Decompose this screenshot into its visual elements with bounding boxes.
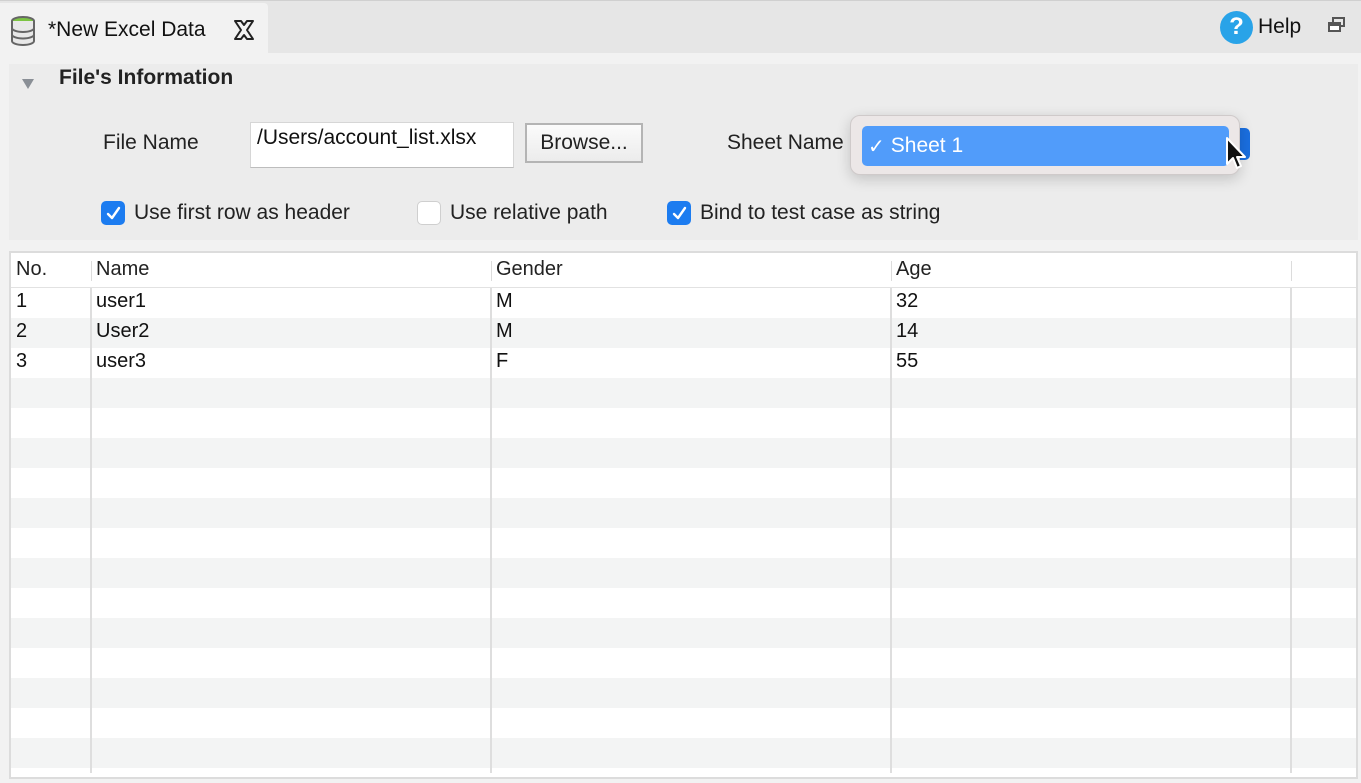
cell-name[interactable]: User2 xyxy=(91,320,149,343)
table-row-empty[interactable] xyxy=(11,408,1356,438)
table-header: No. Name Gender Age xyxy=(11,253,1356,288)
checkbox-label: Use relative path xyxy=(450,201,608,224)
editor-tab-bar: *New Excel Data ? Help xyxy=(0,0,1361,54)
table-row-empty[interactable] xyxy=(11,738,1356,768)
table-row[interactable]: 3 user3 F 55 xyxy=(11,348,1356,378)
column-header-age[interactable]: Age xyxy=(891,258,932,282)
file-name-input[interactable]: /Users/account_list.xlsx xyxy=(250,122,514,168)
checkbox-label: Bind to test case as string xyxy=(700,201,941,224)
close-icon[interactable] xyxy=(232,18,256,42)
table-row[interactable]: 2 User2 M 14 xyxy=(11,318,1356,348)
help-button[interactable]: ? Help xyxy=(1220,10,1301,44)
column-header-no[interactable]: No. xyxy=(11,258,47,282)
column-divider xyxy=(1290,288,1292,773)
checkbox-checked[interactable] xyxy=(667,201,691,225)
cell-name[interactable]: user3 xyxy=(91,350,146,373)
table-row-empty[interactable] xyxy=(11,708,1356,738)
help-label: Help xyxy=(1258,15,1302,38)
cell-no[interactable]: 1 xyxy=(11,290,27,313)
cell-name[interactable]: user1 xyxy=(91,290,146,313)
cell-gender[interactable]: F xyxy=(491,350,508,373)
collapse-triangle-icon[interactable] xyxy=(21,78,35,90)
checkmark-icon: ✓ xyxy=(868,135,885,158)
restore-window-icon[interactable] xyxy=(1328,17,1346,33)
question-icon: ? xyxy=(1220,10,1253,44)
table-row-empty[interactable] xyxy=(11,378,1356,408)
cell-gender[interactable]: M xyxy=(491,320,513,343)
checkbox-unchecked[interactable] xyxy=(417,201,441,225)
tab-title: *New Excel Data xyxy=(48,18,206,41)
table-row-empty[interactable] xyxy=(11,558,1356,588)
bind-as-string-checkbox[interactable]: Bind to test case as string xyxy=(667,201,940,225)
column-header-name[interactable]: Name xyxy=(91,258,149,282)
use-relative-path-checkbox[interactable]: Use relative path xyxy=(417,201,608,225)
table-row-empty[interactable] xyxy=(11,468,1356,498)
cell-age[interactable]: 32 xyxy=(891,290,918,313)
cell-gender[interactable]: M xyxy=(491,290,513,313)
table-row[interactable]: 1 user1 M 32 xyxy=(11,288,1356,318)
table-row-empty[interactable] xyxy=(11,588,1356,618)
file-name-label: File Name xyxy=(103,131,199,154)
table-body: 1 user1 M 32 2 User2 M 14 3 user3 F 55 xyxy=(11,288,1356,768)
cell-no[interactable]: 2 xyxy=(11,320,27,343)
tab-new-excel-data[interactable]: *New Excel Data xyxy=(0,3,268,54)
table-row-empty[interactable] xyxy=(11,648,1356,678)
cell-no[interactable]: 3 xyxy=(11,350,27,373)
table-row-empty[interactable] xyxy=(11,498,1356,528)
table-row-empty[interactable] xyxy=(11,678,1356,708)
cell-age[interactable]: 14 xyxy=(891,320,918,343)
dropdown-option-sheet-1[interactable]: ✓ Sheet 1 xyxy=(862,126,1229,166)
sheet-dropdown-menu: ✓ Sheet 1 xyxy=(850,115,1240,175)
database-icon xyxy=(11,16,35,46)
column-header-gender[interactable]: Gender xyxy=(491,258,563,282)
section-title: File's Information xyxy=(59,66,234,89)
browse-button[interactable]: Browse... xyxy=(525,123,643,163)
column-divider xyxy=(890,288,892,773)
column-divider xyxy=(90,288,92,773)
checkbox-label: Use first row as header xyxy=(134,201,350,224)
use-first-row-header-checkbox[interactable]: Use first row as header xyxy=(101,201,350,225)
checkbox-checked[interactable] xyxy=(101,201,125,225)
column-divider xyxy=(490,288,492,773)
table-row-empty[interactable] xyxy=(11,438,1356,468)
sheet-name-label: Sheet Name xyxy=(727,131,844,154)
table-row-empty[interactable] xyxy=(11,618,1356,648)
table-row-empty[interactable] xyxy=(11,528,1356,558)
data-table: No. Name Gender Age 1 user1 M 32 2 User2… xyxy=(9,251,1358,779)
cell-age[interactable]: 55 xyxy=(891,350,918,373)
checkmark-icon xyxy=(672,206,686,219)
dropdown-option-label: Sheet 1 xyxy=(890,134,964,157)
column-separator[interactable] xyxy=(1291,261,1292,281)
checkmark-icon xyxy=(106,206,120,219)
